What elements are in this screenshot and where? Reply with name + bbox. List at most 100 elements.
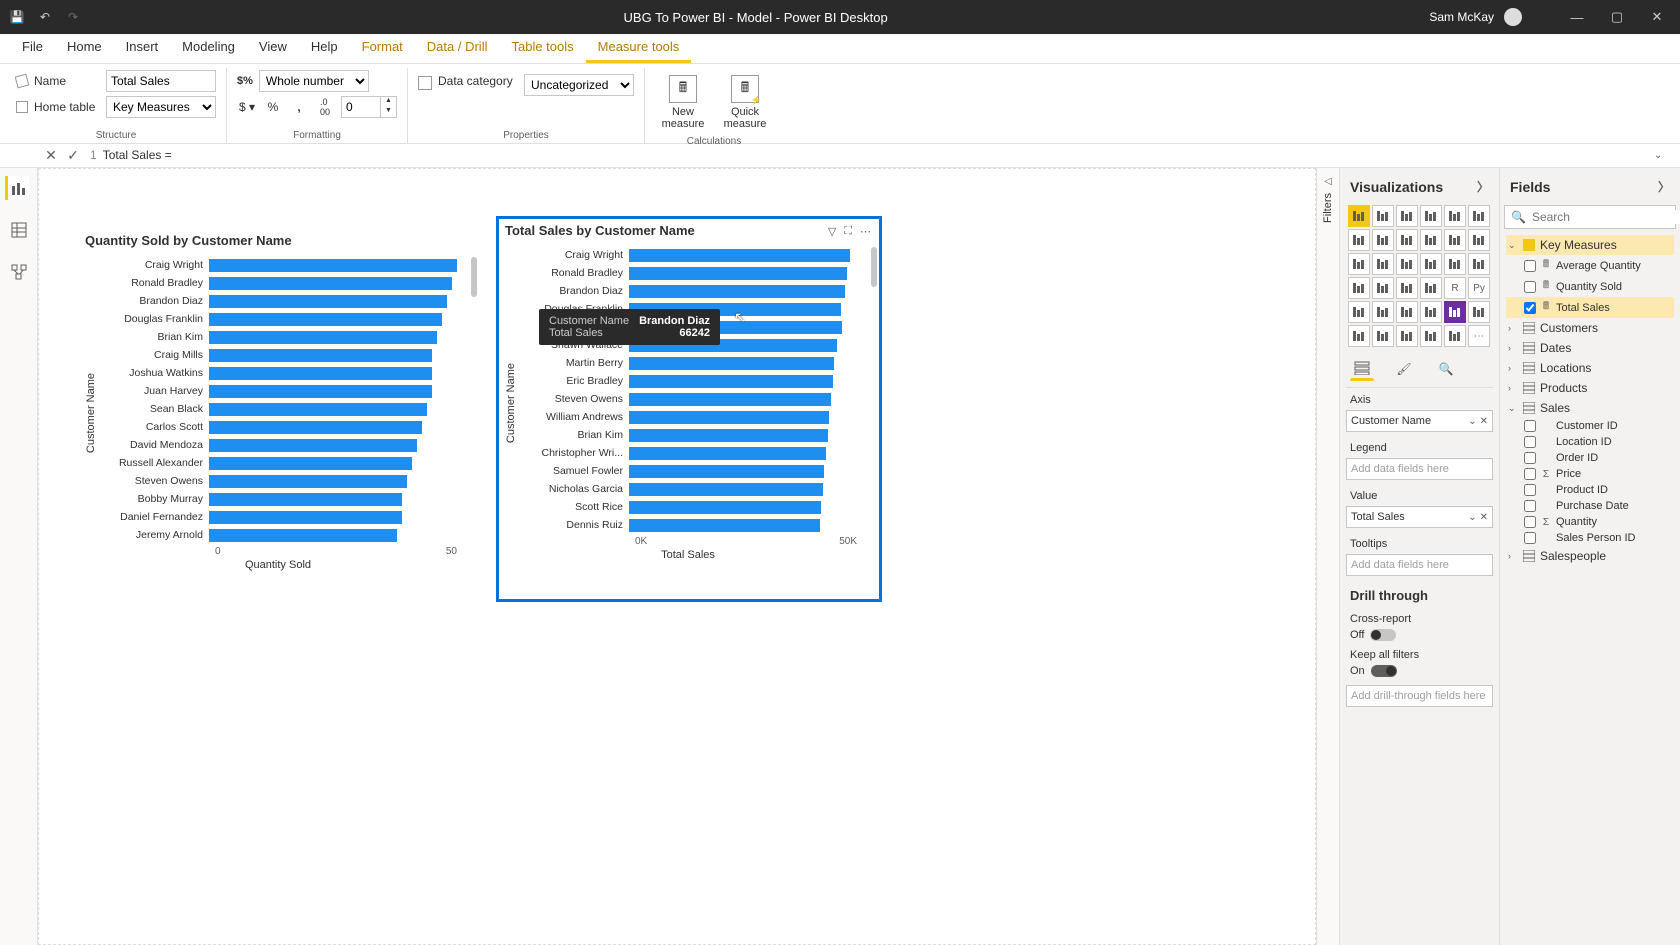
thousands-button[interactable]: , xyxy=(289,97,309,117)
chart-visual[interactable]: Total Sales by Customer Name▽⛶⋯Customer … xyxy=(499,219,879,599)
bar-row[interactable]: Eric Bradley xyxy=(519,372,857,390)
minimize-button[interactable]: — xyxy=(1562,10,1592,25)
formula-cancel-button[interactable]: ✕ xyxy=(40,147,62,164)
chart-visual[interactable]: Quantity Sold by Customer NameCustomer N… xyxy=(79,229,479,589)
bar-row[interactable]: Nicholas Garcia xyxy=(519,480,857,498)
bar-row[interactable]: Brian Kim xyxy=(519,426,857,444)
bar-row[interactable]: Russell Alexander xyxy=(99,454,457,472)
analytics-well-tab[interactable]: 🔍 xyxy=(1434,357,1458,381)
bar-row[interactable]: Carlos Scott xyxy=(99,418,457,436)
field-purchase-date[interactable]: Purchase Date xyxy=(1506,498,1674,514)
bar-row[interactable]: Juan Harvey xyxy=(99,382,457,400)
viz-type-20[interactable] xyxy=(1396,277,1418,299)
fields-panel-collapse-icon[interactable]: 〉 xyxy=(1658,178,1670,195)
field-average-quantity[interactable]: 🖩Average Quantity xyxy=(1506,255,1674,276)
chevron-down-icon[interactable]: ⌄ xyxy=(1468,416,1476,427)
formula-text[interactable]: 1Total Sales = xyxy=(84,148,1654,163)
viz-type-24[interactable] xyxy=(1348,301,1370,323)
viz-type-1[interactable] xyxy=(1372,205,1394,227)
drill-through-well[interactable]: Add drill-through fields here xyxy=(1346,685,1493,707)
fields-well-tab[interactable] xyxy=(1350,357,1374,381)
viz-type-9[interactable] xyxy=(1420,229,1442,251)
close-button[interactable]: ✕ xyxy=(1642,9,1672,25)
cross-report-toggle[interactable] xyxy=(1370,629,1396,641)
field-total-sales[interactable]: 🖩Total Sales xyxy=(1506,297,1674,318)
bar-row[interactable]: Craig Wright xyxy=(519,246,857,264)
field-table-customers[interactable]: ›Customers xyxy=(1506,318,1674,338)
bar-row[interactable]: William Andrews xyxy=(519,408,857,426)
chevron-down-icon[interactable]: ⌄ xyxy=(1468,512,1476,523)
redo-icon[interactable]: ↷ xyxy=(64,8,82,26)
viz-type-23[interactable]: Py xyxy=(1468,277,1490,299)
viz-type-8[interactable] xyxy=(1396,229,1418,251)
formula-expand-button[interactable]: ⌄ xyxy=(1654,150,1676,161)
viz-type-3[interactable] xyxy=(1420,205,1442,227)
viz-type-25[interactable] xyxy=(1372,301,1394,323)
bar-row[interactable]: Ronald Bradley xyxy=(99,274,457,292)
field-quantity[interactable]: ΣQuantity xyxy=(1506,514,1674,530)
bar-row[interactable]: Sean Black xyxy=(99,400,457,418)
viz-type-14[interactable] xyxy=(1396,253,1418,275)
bar-row[interactable]: Steven Owens xyxy=(519,390,857,408)
ribbon-tab-format[interactable]: Format xyxy=(350,33,415,63)
bar-row[interactable]: Martin Berry xyxy=(519,354,857,372)
viz-type-0[interactable] xyxy=(1348,205,1370,227)
viz-type-26[interactable] xyxy=(1396,301,1418,323)
fields-search-input[interactable] xyxy=(1532,210,1680,224)
bar-row[interactable]: Ronald Bradley xyxy=(519,264,857,282)
viz-type-34[interactable] xyxy=(1444,325,1466,347)
scrollbar[interactable] xyxy=(871,247,877,559)
report-view-button[interactable] xyxy=(5,176,29,200)
data-category-select[interactable]: Uncategorized xyxy=(524,74,634,96)
filters-expand-icon[interactable]: ◁ xyxy=(1324,176,1332,187)
bar-row[interactable]: Brian Kim xyxy=(99,328,457,346)
viz-type-33[interactable] xyxy=(1420,325,1442,347)
bar-row[interactable]: Craig Wright xyxy=(99,256,457,274)
viz-type-30[interactable] xyxy=(1348,325,1370,347)
ribbon-tab-data---drill[interactable]: Data / Drill xyxy=(415,33,500,63)
more-icon[interactable]: ⋯ xyxy=(860,225,871,238)
viz-type-12[interactable] xyxy=(1348,253,1370,275)
field-sales-person-id[interactable]: Sales Person ID xyxy=(1506,530,1674,546)
viz-type-35[interactable]: ⋯ xyxy=(1468,325,1490,347)
save-icon[interactable]: 💾 xyxy=(8,8,26,26)
filters-pane-collapsed[interactable]: ◁ Filters xyxy=(1316,168,1340,945)
currency-button[interactable]: $ ▾ xyxy=(237,97,257,117)
keep-filters-toggle[interactable] xyxy=(1371,665,1397,677)
viz-type-21[interactable] xyxy=(1420,277,1442,299)
field-table-salespeople[interactable]: ›Salespeople xyxy=(1506,546,1674,566)
ribbon-tab-table-tools[interactable]: Table tools xyxy=(499,33,585,63)
bar-row[interactable]: Brandon Diaz xyxy=(99,292,457,310)
legend-well[interactable]: Add data fields here xyxy=(1346,458,1493,480)
viz-type-19[interactable] xyxy=(1372,277,1394,299)
value-well[interactable]: Total Sales⌄✕ xyxy=(1346,506,1493,528)
measure-name-input[interactable] xyxy=(106,70,216,92)
field-table-sales[interactable]: ⌄Sales xyxy=(1506,398,1674,418)
ribbon-tab-home[interactable]: Home xyxy=(55,33,114,63)
field-location-id[interactable]: Location ID xyxy=(1506,434,1674,450)
viz-type-13[interactable] xyxy=(1372,253,1394,275)
bar-row[interactable]: David Mendoza xyxy=(99,436,457,454)
focus-icon[interactable]: ⛶ xyxy=(844,225,852,238)
bar-row[interactable]: Jeremy Arnold xyxy=(99,526,457,544)
viz-type-17[interactable] xyxy=(1468,253,1490,275)
axis-well[interactable]: Customer Name⌄✕ xyxy=(1346,410,1493,432)
filter-icon[interactable]: ▽ xyxy=(828,225,836,238)
bar-row[interactable]: Steven Owens xyxy=(99,472,457,490)
viz-type-10[interactable] xyxy=(1444,229,1466,251)
decimal-button[interactable]: .000 xyxy=(315,97,335,117)
viz-type-6[interactable] xyxy=(1348,229,1370,251)
field-table-products[interactable]: ›Products xyxy=(1506,378,1674,398)
restore-button[interactable]: ▢ xyxy=(1602,9,1632,25)
bar-row[interactable]: Douglas Franklin xyxy=(99,310,457,328)
bar-row[interactable]: Dennis Ruiz xyxy=(519,516,857,534)
field-table-key-measures[interactable]: ⌄Key Measures xyxy=(1506,235,1674,255)
viz-type-22[interactable]: R xyxy=(1444,277,1466,299)
viz-type-15[interactable] xyxy=(1420,253,1442,275)
bar-row[interactable]: Scott Rice xyxy=(519,498,857,516)
decimals-input[interactable] xyxy=(342,97,380,117)
ribbon-tab-view[interactable]: View xyxy=(247,33,299,63)
formula-commit-button[interactable]: ✓ xyxy=(62,147,84,164)
model-view-button[interactable] xyxy=(7,260,31,284)
bar-row[interactable]: Joshua Watkins xyxy=(99,364,457,382)
